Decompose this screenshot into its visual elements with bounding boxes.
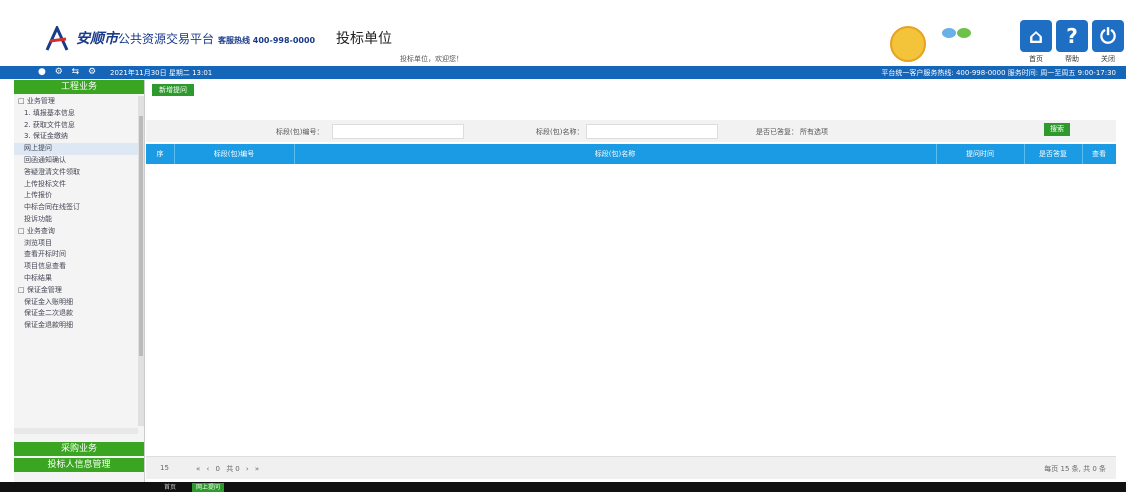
page-size-select[interactable]: 15 <box>160 464 169 472</box>
home-label: 首页 <box>1029 55 1043 63</box>
hotline: 客服热线 400-998-0000 <box>218 36 316 45</box>
power-label: 关闭 <box>1101 55 1115 63</box>
col-name[interactable]: 标段(包)名称 <box>294 144 937 164</box>
sidebar-item[interactable]: 投诉功能 <box>14 214 138 226</box>
name-input[interactable] <box>586 124 718 139</box>
sidebar-section-procurement[interactable]: 采购业务 <box>14 442 144 456</box>
sidebar-item[interactable]: 保证金退款明细 <box>14 320 138 332</box>
replied-select[interactable]: 所有选项 <box>800 127 828 137</box>
sidebar-scrollbar[interactable] <box>138 96 144 426</box>
sidebar-group[interactable]: □ 业务查询 <box>14 226 138 238</box>
brand-name: 公共资源交易平台 <box>118 32 215 46</box>
sidebar-item[interactable]: 保证金二次退款 <box>14 308 138 320</box>
sidebar-item[interactable]: 中标结果 <box>14 273 138 285</box>
col-replied[interactable]: 是否答复 <box>1024 144 1083 164</box>
code-input[interactable] <box>332 124 464 139</box>
brand: 安顺市公共资源交易平台 客服热线 400-998-0000 <box>76 28 315 48</box>
col-time[interactable]: 提问时间 <box>936 144 1025 164</box>
sidebar-tree: □ 业务管理 1. 填报基本信息 2. 获取文件信息 3. 保证金缴纳 网上提问… <box>14 96 138 426</box>
role-title: 投标单位 <box>336 31 392 47</box>
scroll-thumb[interactable] <box>139 116 143 356</box>
name-label: 标段(包)名称： <box>536 128 584 136</box>
sidebar: 工程业务 □ 业务管理 1. 填报基本信息 2. 获取文件信息 3. 保证金缴纳… <box>14 80 145 482</box>
pagination: 15 « ‹ 0 共0 › » 每页 15 条, 共 0 条 <box>146 456 1116 479</box>
power-icon[interactable]: ⏻ <box>1092 20 1124 52</box>
sidebar-item[interactable]: 2. 获取文件信息 <box>14 120 138 132</box>
main-content: 新增提问 标段(包)编号： 标段(包)名称： 是否已答复： 所有选项 搜索 序 … <box>146 80 1116 482</box>
sidebar-group[interactable]: □ 业务管理 <box>14 96 138 108</box>
code-label: 标段(包)编号： <box>276 128 324 136</box>
page-info: 每页 15 条, 共 0 条 <box>1044 465 1106 473</box>
header: 安顺市公共资源交易平台 客服热线 400-998-0000 投标单位 投标单位，欢… <box>0 0 1126 66</box>
home-icon[interactable]: ⌂ <box>1020 20 1052 52</box>
sidebar-item[interactable]: 答疑澄清文件领取 <box>14 167 138 179</box>
sidebar-item[interactable]: 上传报价 <box>14 190 138 202</box>
brand-city: 安顺市 <box>76 31 118 47</box>
table-body <box>146 164 1116 454</box>
search-button[interactable]: 搜索 <box>1044 123 1070 136</box>
add-question-button[interactable]: 新增提问 <box>152 84 194 96</box>
sidebar-item[interactable]: 1. 填报基本信息 <box>14 108 138 120</box>
sidebar-item-active[interactable]: 网上提问 <box>14 143 138 155</box>
sidebar-item[interactable]: 回函通知确认 <box>14 155 138 167</box>
mascot-icon <box>890 26 926 62</box>
status-icons[interactable]: ● ⚙ ⇆ ⚙ <box>38 67 99 77</box>
current-date: 2021年11月30日 星期二 13:01 <box>110 69 213 77</box>
replied-label: 是否已答复： <box>756 128 798 136</box>
table-header: 序 标段(包)编号 标段(包)名称 提问时间 是否答复 查看 <box>146 144 1116 164</box>
tab-online-question[interactable]: 网上提问 <box>192 483 225 492</box>
col-code[interactable]: 标段(包)编号 <box>174 144 295 164</box>
sidebar-item[interactable]: 保证金入账明细 <box>14 297 138 309</box>
sidebar-item[interactable]: 上传投标文件 <box>14 179 138 191</box>
help-label: 帮助 <box>1065 55 1079 63</box>
page-nav[interactable]: « ‹ 0 共0 › » <box>196 464 261 474</box>
sidebar-item[interactable]: 项目信息查看 <box>14 261 138 273</box>
help-icon[interactable]: ? <box>1056 20 1088 52</box>
status-bar: ● ⚙ ⇆ ⚙ 2021年11月30日 星期二 13:01 平台统一客户服务热线… <box>0 66 1126 79</box>
sidebar-section-bidder-info[interactable]: 投标人信息管理 <box>14 458 144 472</box>
col-view[interactable]: 查看 <box>1082 144 1116 164</box>
service-hotline-text: 平台统一客户服务热线: 400-998-0000 服务时间: 周一至周五 9:0… <box>881 69 1116 77</box>
sidebar-item[interactable]: 中标合同在线签订 <box>14 202 138 214</box>
col-index[interactable]: 序 <box>146 144 175 164</box>
tab-home[interactable]: 首页 <box>164 483 176 492</box>
sidebar-header-engineering[interactable]: 工程业务 <box>14 80 144 94</box>
sidebar-item[interactable]: 浏览项目 <box>14 238 138 250</box>
sidebar-hscrollbar[interactable] <box>14 428 138 434</box>
bottom-tab-bar: 首页 网上提问 <box>0 482 1126 492</box>
welcome-text: 投标单位，欢迎您！ <box>400 55 463 63</box>
search-bar: 标段(包)编号： 标段(包)名称： 是否已答复： 所有选项 搜索 <box>146 120 1116 142</box>
logo-icon <box>45 26 69 51</box>
chat-icon[interactable] <box>940 26 974 42</box>
sidebar-group[interactable]: □ 保证金管理 <box>14 285 138 297</box>
sidebar-item[interactable]: 查看开标时间 <box>14 249 138 261</box>
sidebar-item[interactable]: 3. 保证金缴纳 <box>14 131 138 143</box>
